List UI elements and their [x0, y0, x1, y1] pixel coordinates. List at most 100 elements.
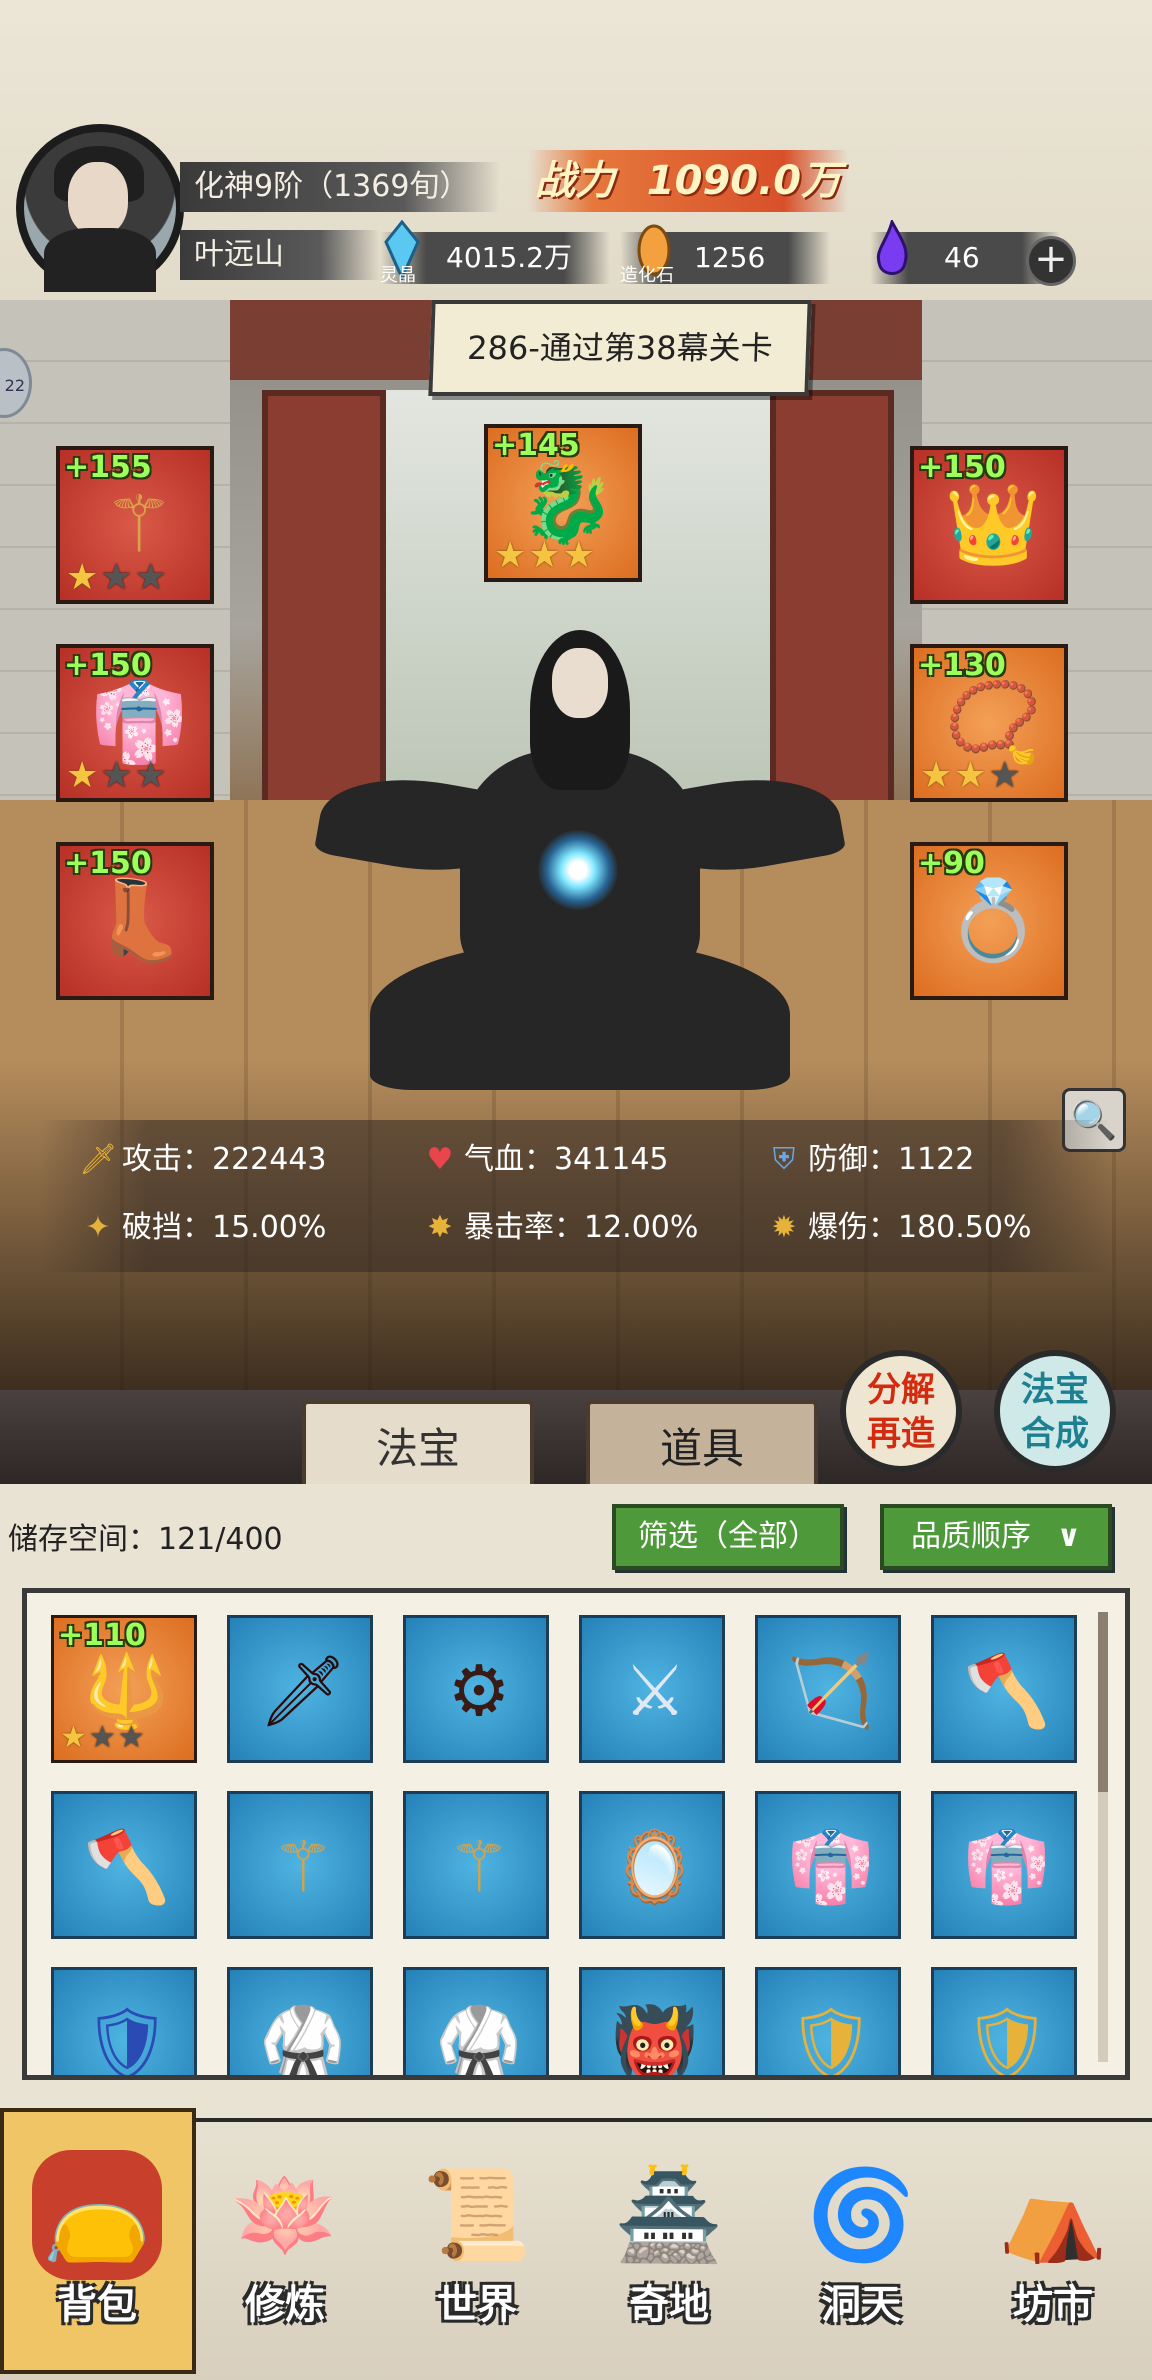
axe-icon: 🪓: [963, 1650, 1051, 1732]
inventory-grid[interactable]: 🔱 +110 ★★★ 🗡 ⚙ ⚔ 🏹 🪓 🪓 ⚚ ⚚ 🪞 👘 👘 🛡 🥋 🥋 👹 🛡 🛡: [22, 1588, 1130, 2080]
market-stall-icon: ⛺: [998, 2163, 1108, 2266]
stat-defense: ⛨ 防御：1122: [764, 1138, 975, 1182]
player-avatar[interactable]: [16, 124, 184, 292]
resource-value: 1256: [694, 241, 766, 274]
inventory-item[interactable]: 🪞: [579, 1791, 725, 1939]
nav-bag[interactable]: 👝 背包: [12, 2130, 182, 2370]
inventory-item[interactable]: 👘: [755, 1791, 901, 1939]
inventory-item[interactable]: 🪓: [931, 1615, 1077, 1763]
item-level: +155: [64, 450, 152, 485]
inventory-item[interactable]: 🛡: [51, 1967, 197, 2075]
equip-slot-crown[interactable]: 👑 +150: [910, 446, 1068, 604]
resource-name: 灵晶: [380, 265, 416, 286]
player-realm: 化神9阶（1369旬）: [180, 162, 500, 212]
equip-slot-weapon[interactable]: ⚚ +155 ★★★: [56, 446, 214, 604]
tab-items[interactable]: 道具: [586, 1400, 818, 1486]
treasure-synthesis-label: 法宝合成: [1021, 1370, 1089, 1454]
chevron-down-icon: ∨: [1056, 1519, 1081, 1554]
item-level: +90: [918, 846, 985, 881]
inventory-item[interactable]: ⚚: [403, 1791, 549, 1939]
resource-value: 4015.2万: [446, 241, 572, 274]
inventory-item[interactable]: 🔱 +110 ★★★: [51, 1615, 197, 1763]
item-stars: ★★★: [494, 535, 597, 576]
nav-cave-heaven[interactable]: 🌀 洞天: [776, 2130, 946, 2370]
inventory-scroll-thumb[interactable]: [1098, 1612, 1108, 1792]
nav-label: 背包: [57, 2282, 137, 2328]
white-armor-icon: 🥋: [435, 2002, 523, 2080]
robe-icon: 👘: [963, 1826, 1051, 1908]
robe-icon: 👘: [787, 1826, 875, 1908]
filter-button[interactable]: 筛选（全部）: [612, 1504, 844, 1570]
item-level: +110: [58, 1618, 146, 1653]
inventory-item[interactable]: ⚔: [579, 1615, 725, 1763]
nav-label: 世界: [437, 2282, 517, 2328]
item-stars: ★★★: [920, 755, 1023, 796]
stage-progress-banner[interactable]: 286-通过第38幕关卡: [428, 300, 812, 396]
staff-icon: ⚚: [447, 1826, 511, 1908]
inventory-item[interactable]: 🪓: [51, 1791, 197, 1939]
inventory-item[interactable]: 👘: [931, 1791, 1077, 1939]
equip-slot-robe[interactable]: 👘 +150 ★★★: [56, 644, 214, 802]
storage-capacity: 储存空间：121/400: [8, 1522, 283, 1557]
scroll-map-icon: 📜: [422, 2163, 532, 2266]
crown-icon: 👑: [944, 480, 1042, 570]
combat-power-label: 战力: [534, 158, 615, 204]
inventory-item[interactable]: 🛡: [931, 1967, 1077, 2080]
nav-label: 坊市: [1013, 2282, 1093, 2328]
decompose-remake-button[interactable]: 分解再造: [840, 1350, 962, 1472]
axe-icon: 🪓: [83, 1826, 171, 1908]
tab-treasure[interactable]: 法宝: [302, 1400, 534, 1486]
pagoda-icon: 🏯: [614, 2163, 724, 2266]
inventory-item[interactable]: ⚚: [227, 1791, 373, 1939]
resource-creation-stone: 造化石 1256: [620, 224, 830, 286]
treasure-synthesis-button[interactable]: 法宝合成: [994, 1350, 1116, 1472]
gold-armor-icon: 🛡: [786, 2002, 876, 2080]
demon-helm-icon: 👹: [611, 2002, 699, 2080]
heart-icon: ♥: [426, 1142, 454, 1177]
gold-armor-icon: 🛡: [962, 2002, 1052, 2080]
crit-burst-icon: ✹: [771, 1210, 797, 1245]
spiked-wheel-icon: ⚙: [447, 1650, 511, 1732]
inventory-item[interactable]: 🥋: [403, 1967, 549, 2080]
stat-attack: 🗡 攻击：222443: [78, 1138, 327, 1182]
player-name: 叶远山: [180, 230, 380, 280]
bag-icon: 👝: [32, 2150, 162, 2280]
crit-spark-icon: ✸: [427, 1210, 453, 1245]
shield-icon: ⛨: [772, 1142, 796, 1177]
inventory-item[interactable]: 🏹: [755, 1615, 901, 1763]
nav-market[interactable]: ⛺ 坊市: [968, 2130, 1138, 2370]
sort-quality-dropdown[interactable]: 品质顺序 ∨: [880, 1504, 1112, 1570]
portal-icon: 🌀: [806, 2163, 916, 2266]
item-level: +145: [492, 428, 580, 463]
inventory-item[interactable]: 👹: [579, 1967, 725, 2080]
equip-slot-ring[interactable]: 💍 +90: [910, 842, 1068, 1000]
inventory-item[interactable]: ⚙: [403, 1615, 549, 1763]
purple-flame-icon: [877, 220, 908, 275]
stat-crit-damage: ✹ 爆伤：180.50%: [764, 1206, 1031, 1250]
nav-label: 奇地: [629, 2282, 709, 2328]
inventory-item[interactable]: 🛡: [755, 1967, 901, 2080]
meditating-character: [313, 630, 847, 1100]
nav-cultivate[interactable]: 🪷 修炼: [200, 2130, 370, 2370]
item-stars: ★★★: [66, 755, 169, 796]
nav-world[interactable]: 📜 世界: [392, 2130, 562, 2370]
equip-slot-necklace[interactable]: 📿 +130 ★★★: [910, 644, 1068, 802]
inventory-item[interactable]: 🥋: [227, 1967, 373, 2075]
stat-hp: ♥ 气血：341145: [420, 1138, 669, 1182]
equip-slot-charm[interactable]: 🐉 +145 ★★★: [484, 424, 642, 582]
item-level: +150: [64, 846, 152, 881]
sort-label: 品质顺序: [911, 1519, 1032, 1554]
item-level: +150: [918, 450, 1006, 485]
nav-wonderland[interactable]: 🏯 奇地: [584, 2130, 754, 2370]
inventory-item[interactable]: 🗡: [227, 1615, 373, 1763]
boots-icon: 👢: [90, 876, 188, 966]
tab-bar: [0, 1390, 1152, 1484]
add-resource-button[interactable]: +: [1026, 236, 1076, 286]
combat-power-value: 1090.0万: [646, 158, 842, 204]
spirit-orb-glow: [538, 830, 618, 910]
sword-icon: 🗡: [78, 1142, 118, 1177]
mirror-icon: 🪞: [611, 1826, 699, 1908]
equip-slot-boots[interactable]: 👢 +150: [56, 842, 214, 1000]
nav-label: 洞天: [821, 2282, 901, 2328]
combat-power: 战力 1090.0万: [528, 150, 848, 212]
